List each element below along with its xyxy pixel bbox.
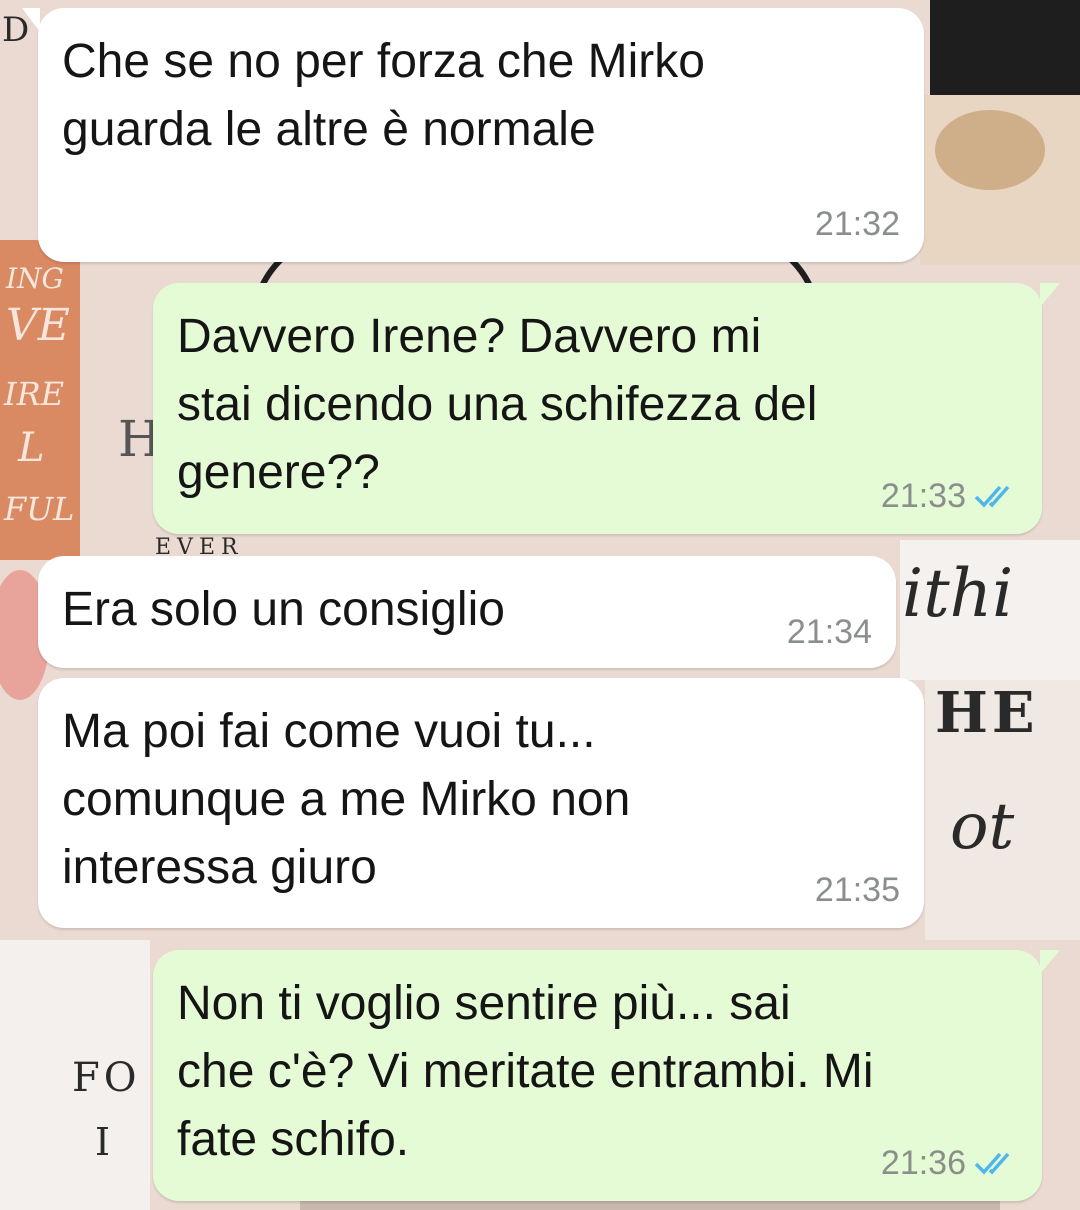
message-meta: 21:35 xyxy=(815,870,900,910)
message-meta: 21:32 xyxy=(815,204,900,244)
message-bubble-outgoing[interactable]: Davvero Irene? Davvero mi stai dicendo u… xyxy=(153,283,1060,534)
double-check-icon xyxy=(974,485,1010,508)
message-time: 21:33 xyxy=(880,477,966,515)
message-text: Ma poi fai come vuoi tu... comunque a me… xyxy=(62,705,631,894)
message-meta: 21:33 xyxy=(881,476,1018,516)
message-meta: 21:36 xyxy=(881,1143,1018,1183)
message-time: 21:35 xyxy=(814,871,900,909)
double-check-icon xyxy=(974,1152,1010,1175)
message-time: 21:32 xyxy=(814,205,900,243)
message-bubble-incoming[interactable]: Che se no per forza che Mirko guarda le … xyxy=(22,8,924,262)
message-bubble-incoming[interactable]: Ma poi fai come vuoi tu... comunque a me… xyxy=(38,678,924,928)
message-text: Era solo un consiglio xyxy=(62,583,505,636)
message-bubble-outgoing[interactable]: Non ti voglio sentire più... sai che c'è… xyxy=(153,950,1060,1201)
chat-conversation[interactable]: Che se no per forza che Mirko guarda le … xyxy=(0,0,1080,1210)
message-meta: 21:34 xyxy=(787,612,872,652)
message-time: 21:34 xyxy=(786,613,872,651)
message-bubble-incoming[interactable]: Era solo un consiglio 21:34 xyxy=(38,556,896,668)
message-text: Che se no per forza che Mirko guarda le … xyxy=(62,35,705,156)
message-time: 21:36 xyxy=(880,1144,966,1182)
